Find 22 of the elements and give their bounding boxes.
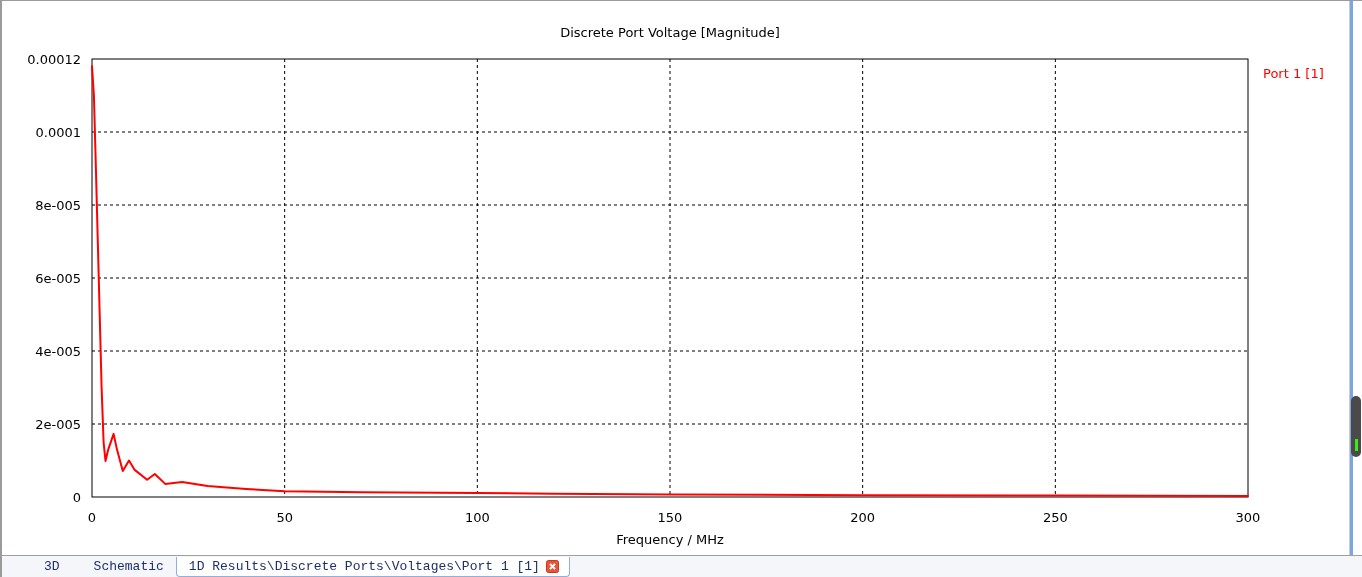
y-tick-label: 0.00012 <box>27 52 81 67</box>
x-tick-label: 250 <box>1042 510 1068 525</box>
x-tick-label: 100 <box>464 510 490 525</box>
y-tick-label: 2e-005 <box>35 417 81 432</box>
x-tick-label: 300 <box>1235 510 1261 525</box>
x-tick-label: 0 <box>87 510 97 525</box>
tab[interactable]: 3D <box>22 557 70 577</box>
x-tick-label: 150 <box>657 510 683 525</box>
chart-title: Discrete Port Voltage [Magnitude] <box>560 25 780 40</box>
y-tick-label: 8e-005 <box>35 198 81 213</box>
x-tick-label: 200 <box>850 510 876 525</box>
close-icon[interactable] <box>545 559 559 573</box>
y-tick-label: 0.0001 <box>35 125 81 140</box>
legend-label: Port 1 [1] <box>1263 66 1324 81</box>
y-tick-label: 6e-005 <box>35 271 81 286</box>
y-tick-label: 4e-005 <box>35 344 81 359</box>
tab[interactable]: 1D Results\Discrete Ports\Voltages\Port 1 [1] <box>175 557 570 577</box>
scroll-handle[interactable] <box>1351 396 1361 457</box>
tab[interactable]: Schematic <box>71 557 174 577</box>
x-tick-label: 50 <box>276 510 293 525</box>
y-tick-label: 0 <box>72 490 81 505</box>
x-axis-label: Frequency / MHz <box>616 532 724 547</box>
